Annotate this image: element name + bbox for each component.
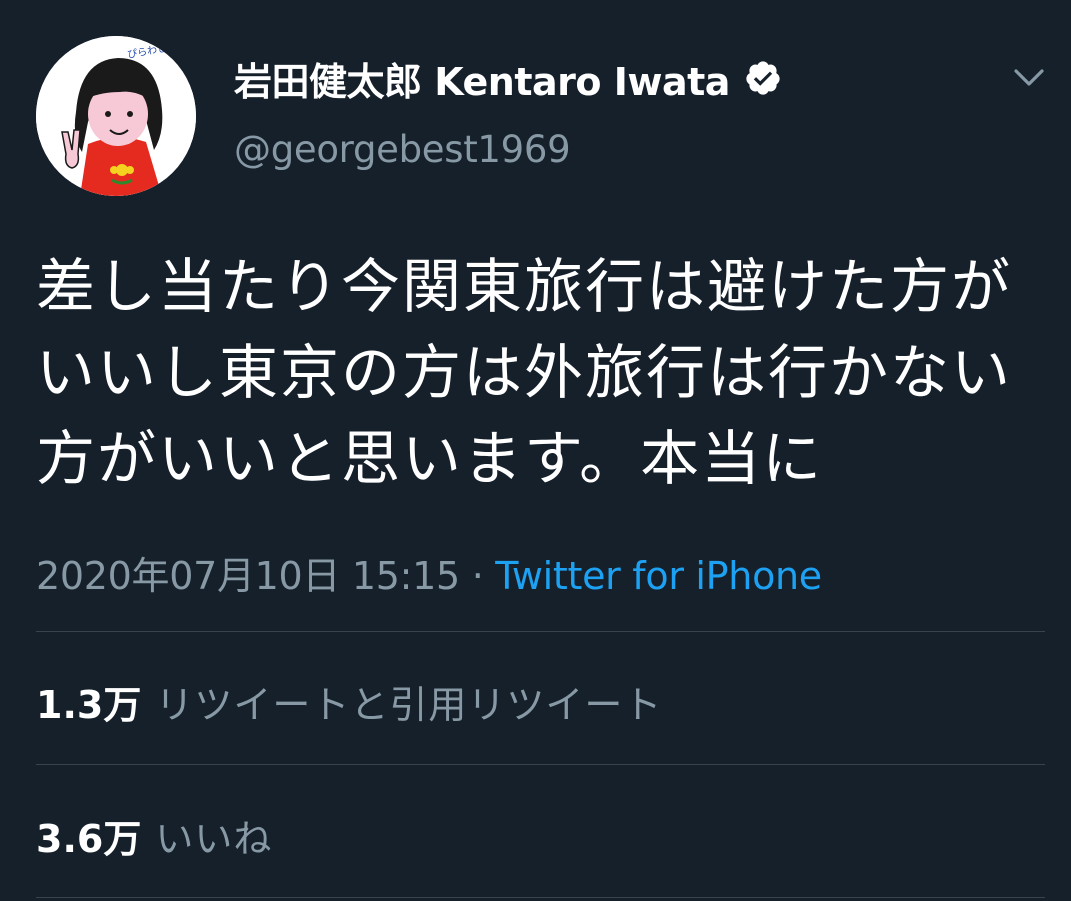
- tweet-text: 差し当たり今関東旅行は避けた方がいいし東京の方は外旅行は行かない方がいいと思いま…: [36, 252, 1013, 493]
- user-handle[interactable]: @georgebest1969: [234, 128, 571, 171]
- avatar[interactable]: ぴらわしまり: [36, 36, 196, 196]
- divider: [36, 897, 1045, 898]
- meta-separator: ·: [471, 554, 484, 598]
- divider: [36, 631, 1045, 632]
- tweet-timestamp[interactable]: 2020年07月10日 15:15: [36, 554, 460, 598]
- divider: [36, 764, 1045, 765]
- tweet-source-link[interactable]: Twitter for iPhone: [495, 554, 822, 598]
- verified-badge-icon: [746, 61, 780, 95]
- tweet-detail: ぴらわしまり 岩田健太郎 Kentaro Iwata @georgebest19…: [0, 0, 1071, 901]
- like-label: いいね: [155, 817, 273, 861]
- retweet-count: 1.3万: [36, 683, 142, 727]
- avatar-illustration: ぴらわしまり: [36, 36, 196, 196]
- retweets-stat[interactable]: 1.3万 リツイートと引用リツイート: [36, 674, 662, 729]
- likes-stat[interactable]: 3.6万 いいね: [36, 808, 272, 863]
- retweet-label: リツイートと引用リツイート: [155, 683, 663, 727]
- tweet-meta: 2020年07月10日 15:15 · Twitter for iPhone: [36, 545, 822, 600]
- display-name-row[interactable]: 岩田健太郎 Kentaro Iwata: [234, 52, 782, 104]
- like-count: 3.6万: [36, 817, 142, 861]
- display-name: 岩田健太郎 Kentaro Iwata: [234, 59, 730, 104]
- chevron-down-icon[interactable]: [1012, 62, 1046, 92]
